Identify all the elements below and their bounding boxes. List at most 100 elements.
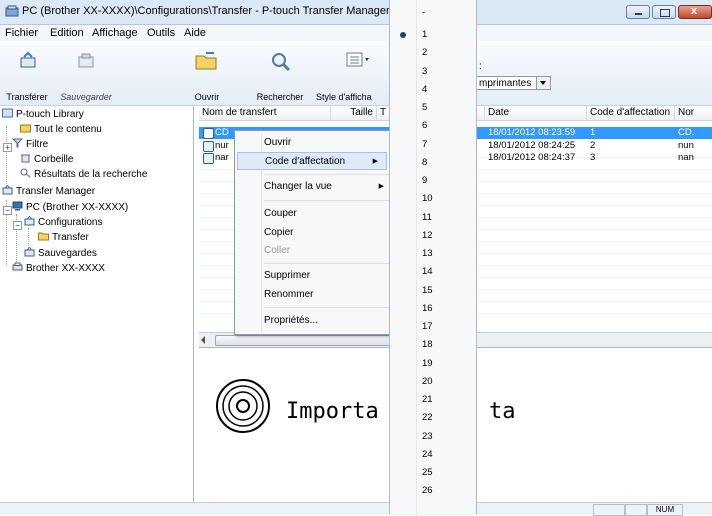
submenu-item-code[interactable]: 26	[422, 485, 433, 497]
transferer-label: Transférer	[6, 92, 48, 102]
minimize-button[interactable]	[626, 5, 650, 19]
tree-item-corbeille[interactable]: Corbeille	[20, 153, 73, 166]
submenu-item-code[interactable]: 6	[422, 120, 427, 132]
scroll-thumb[interactable]	[215, 335, 417, 346]
col-nom[interactable]: Nor	[675, 106, 712, 120]
maximize-button[interactable]	[652, 5, 676, 19]
menu-aide[interactable]: Aide	[184, 27, 206, 39]
ouvrir-button[interactable]: Ouvrir	[190, 41, 224, 105]
submenu-item-code[interactable]: 12	[422, 230, 433, 242]
submenu-item-code[interactable]: 19	[422, 358, 433, 370]
tree-item-configurations[interactable]: Configurations	[24, 216, 102, 229]
submenu-item-code[interactable]: 2	[422, 47, 427, 59]
submenu-item-code[interactable]: 11	[422, 212, 432, 224]
filter-icon	[12, 138, 23, 148]
preview-text-left: Importa	[286, 399, 379, 424]
submenu-item-code[interactable]: 15	[422, 285, 433, 297]
menu-item-changer-la-vue[interactable]: Changer la vue ▶	[264, 178, 392, 196]
menu-item-proprietes[interactable]: Propriétés...	[264, 312, 392, 330]
menu-item-supprimer[interactable]: Supprimer	[264, 267, 392, 285]
toolbar: Transférer Sauvegarder Ouvrir Rechercher…	[0, 41, 712, 106]
col-code-affectation[interactable]: Code d'affectation	[587, 106, 675, 120]
window-title: PC (Brother XX-XXXX)\Configurations\Tran…	[22, 5, 390, 17]
title-bar: PC (Brother XX-XXXX)\Configurations\Tran…	[0, 0, 712, 25]
submenu-item-code[interactable]: 3	[422, 66, 427, 78]
tree-item-brother-printer[interactable]: Brother XX-XXXX	[12, 262, 105, 275]
col-taille[interactable]: Taille	[331, 106, 377, 120]
cd-disc-icon	[216, 379, 270, 433]
submenu-item-code[interactable]: 21	[422, 394, 433, 406]
app-icon	[5, 5, 19, 17]
submenu-item-code[interactable]: 23	[422, 431, 433, 443]
printer-label: :	[479, 61, 482, 72]
submenu-item-none[interactable]: -	[422, 7, 425, 19]
label-file-icon	[203, 128, 214, 139]
submenu-arrow-icon: ▶	[372, 158, 378, 165]
submenu-item-code[interactable]: 4	[422, 84, 427, 96]
minimize-icon	[635, 13, 642, 15]
tree-item-ptouch-library[interactable]: P-touch Library	[2, 108, 84, 121]
all-content-icon	[20, 124, 31, 133]
col-date[interactable]: Date	[485, 106, 587, 120]
menu-item-renommer[interactable]: Renommer	[264, 286, 392, 304]
status-bar: NUM	[0, 502, 712, 516]
submenu-arrow-icon: ▶	[378, 183, 384, 190]
tree-item-resultats-recherche[interactable]: Résultats de la recherche	[20, 168, 147, 181]
assignment-code-submenu: - 1 2 3 4 5 6 7 8 9 10 11 12 13 14 15 16 17 18 19 20 21 22 23 2…	[389, 0, 477, 514]
col-nom-transfert[interactable]: Nom de transfert	[199, 106, 331, 120]
search-results-icon	[20, 168, 31, 178]
tree-item-transfer-manager[interactable]: Transfer Manager	[2, 185, 95, 198]
submenu-item-code[interactable]: 24	[422, 449, 433, 461]
submenu-item-code[interactable]: 18	[422, 339, 433, 351]
submenu-item-code[interactable]: 7	[422, 139, 427, 151]
sauvegarder-button[interactable]: Sauvegarder	[54, 41, 118, 105]
expand-filtre-toggle[interactable]: +	[3, 143, 12, 152]
transferer-button[interactable]: Transférer	[2, 41, 52, 105]
submenu-item-code[interactable]: 17	[422, 321, 433, 333]
menu-edition[interactable]: Edition	[50, 27, 84, 39]
sauvegarder-label: Sauvegarder	[60, 92, 112, 102]
open-folder-icon	[195, 52, 217, 70]
scroll-left-icon[interactable]	[201, 336, 205, 344]
printer-icon	[12, 262, 23, 271]
submenu-item-code[interactable]: 22	[422, 412, 433, 424]
tree-item-tout-le-contenu[interactable]: Tout le contenu	[20, 123, 102, 136]
menu-item-code-affectation[interactable]: Code d'affectation ▶	[237, 152, 387, 170]
submenu-item-code[interactable]: 10	[422, 193, 433, 205]
submenu-item-code[interactable]: 25	[422, 467, 433, 479]
rechercher-label: Rechercher	[256, 92, 304, 102]
tree-item-filtre[interactable]: Filtre	[12, 138, 48, 151]
submenu-item-code[interactable]: 1	[422, 29, 427, 41]
menu-item-ouvrir[interactable]: Ouvrir	[264, 134, 392, 152]
backup-icon	[78, 53, 94, 68]
collapse-configurations-toggle[interactable]: −	[13, 221, 22, 230]
library-icon	[2, 108, 13, 118]
view-style-icon	[346, 52, 369, 67]
submenu-item-code[interactable]: 20	[422, 376, 433, 388]
style-affichage-label: Style d'afficha	[316, 92, 372, 102]
submenu-item-code[interactable]: 5	[422, 102, 427, 114]
collapse-pc-toggle[interactable]: −	[3, 206, 12, 215]
label-file-icon	[203, 141, 214, 152]
preview-text-right: ta	[489, 399, 516, 424]
transfer-icon	[20, 51, 36, 68]
submenu-item-code[interactable]: 9	[422, 175, 427, 187]
menu-fichier[interactable]: Fichier	[5, 27, 38, 39]
menu-item-copier[interactable]: Copier	[264, 224, 392, 242]
submenu-item-code[interactable]: 8	[422, 157, 427, 169]
rechercher-button[interactable]: Rechercher	[252, 41, 308, 105]
menu-affichage[interactable]: Affichage	[92, 27, 138, 39]
submenu-item-code[interactable]: 14	[422, 266, 433, 278]
status-cell	[593, 504, 625, 516]
tree-item-sauvegardes[interactable]: Sauvegardes	[24, 247, 97, 260]
style-affichage-button[interactable]: Style d'afficha	[312, 41, 389, 105]
submenu-item-code[interactable]: 16	[422, 303, 433, 315]
menu-outils[interactable]: Outils	[147, 27, 175, 39]
menu-item-couper[interactable]: Couper	[264, 205, 392, 223]
tree-item-pc[interactable]: PC (Brother XX-XXXX)	[12, 201, 128, 214]
tree-item-transfer[interactable]: Transfer	[38, 231, 89, 244]
maximize-icon	[660, 9, 670, 17]
close-button[interactable]: x	[678, 5, 712, 19]
printer-select[interactable]: mprimantes	[475, 76, 551, 90]
submenu-item-code[interactable]: 13	[422, 248, 433, 260]
